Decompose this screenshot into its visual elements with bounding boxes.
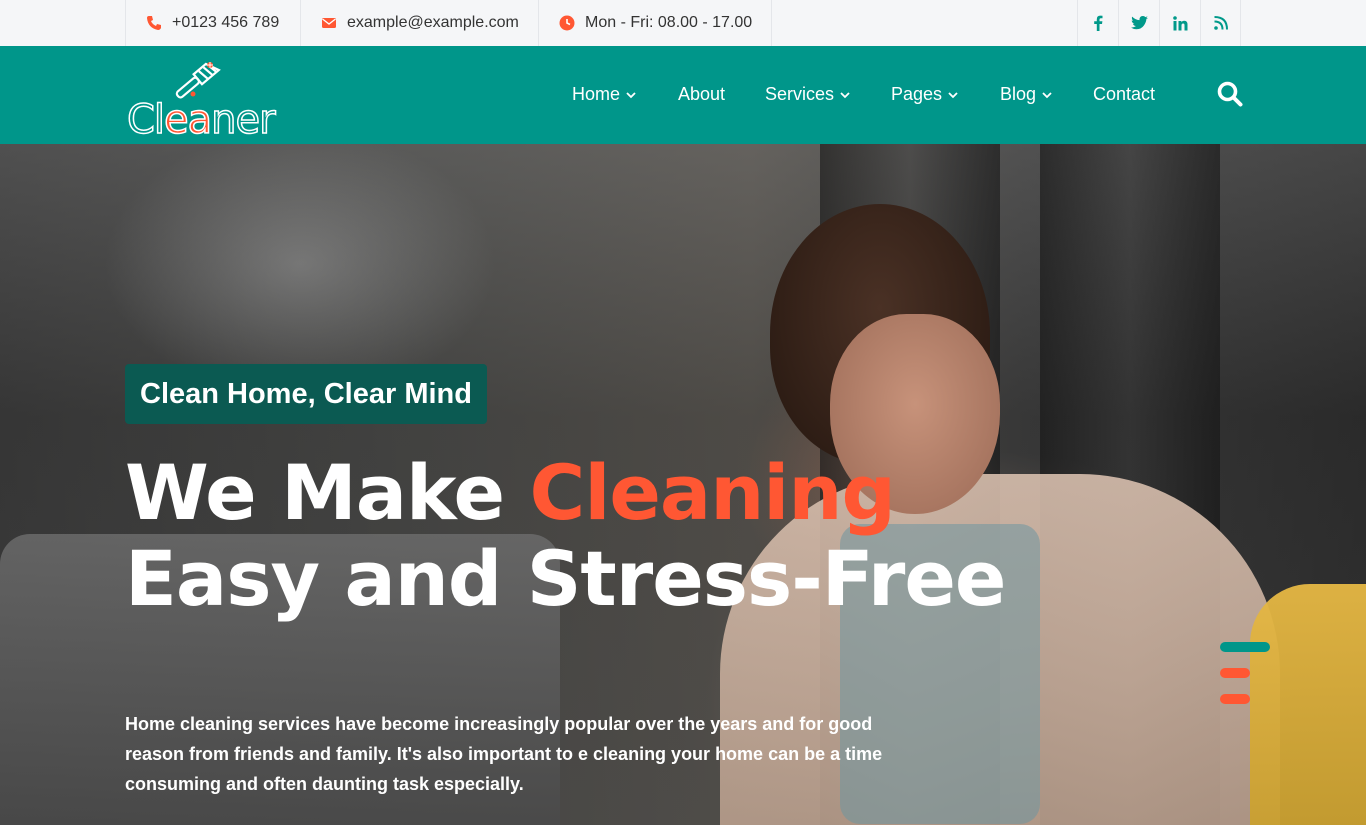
carousel-indicator[interactable] [1220,694,1250,704]
email-address: example@example.com [347,14,519,31]
nav-label-services: Services [765,84,835,104]
nav-item-blog[interactable]: Blog [1000,84,1052,105]
main-navbar: Cleaner Home About Services Pages Blog C… [0,46,1366,144]
chevron-down-icon [840,91,850,98]
clock-icon [559,15,575,31]
logo[interactable]: Cleaner [125,56,276,141]
facebook-icon[interactable] [1077,0,1118,46]
nav-label-contact: Contact [1093,84,1156,104]
opening-hours: Mon - Fri: 08.00 - 17.00 [538,0,772,46]
linkedin-icon[interactable] [1159,0,1200,46]
phone-contact[interactable]: +0123 456 789 [125,0,300,46]
rss-icon[interactable] [1200,0,1241,46]
search-icon[interactable] [1216,80,1244,108]
nav-label-home: Home [572,84,621,104]
nav-item-pages[interactable]: Pages [891,84,958,105]
twitter-icon[interactable] [1118,0,1159,46]
email-contact[interactable]: example@example.com [300,0,538,46]
hero-headline: We Make Cleaning Easy and Stress-Free [125,448,1006,623]
nav-label-blog: Blog [1000,84,1037,104]
phone-icon [147,16,161,30]
hero-badge: Clean Home, Clear Mind [125,364,487,424]
chevron-down-icon [1042,91,1052,98]
nav-item-about[interactable]: About [678,84,725,105]
hero-description: Home cleaning services have become incre… [125,714,883,794]
logo-text: Cleaner [126,97,276,143]
chevron-down-icon [948,91,958,98]
nav-label-pages: Pages [891,84,943,104]
chevron-down-icon [626,91,636,98]
carousel-indicators [1220,642,1272,712]
nav-item-contact[interactable]: Contact [1093,84,1155,105]
nav-item-home[interactable]: Home [572,84,636,105]
hero-section: Clean Home, Clear Mind We Make Cleaning … [0,144,1366,825]
phone-number: +0123 456 789 [172,14,280,31]
headline-highlight: Cleaning [529,448,896,537]
top-bar: +0123 456 789 example@example.com Mon - … [0,0,1366,46]
carousel-indicator-active[interactable] [1220,642,1270,652]
carousel-indicator[interactable] [1220,668,1250,678]
nav-label-about: About [678,84,726,104]
envelope-icon [322,18,336,28]
hours-text: Mon - Fri: 08.00 - 17.00 [585,14,753,31]
nav-item-services[interactable]: Services [765,84,850,105]
